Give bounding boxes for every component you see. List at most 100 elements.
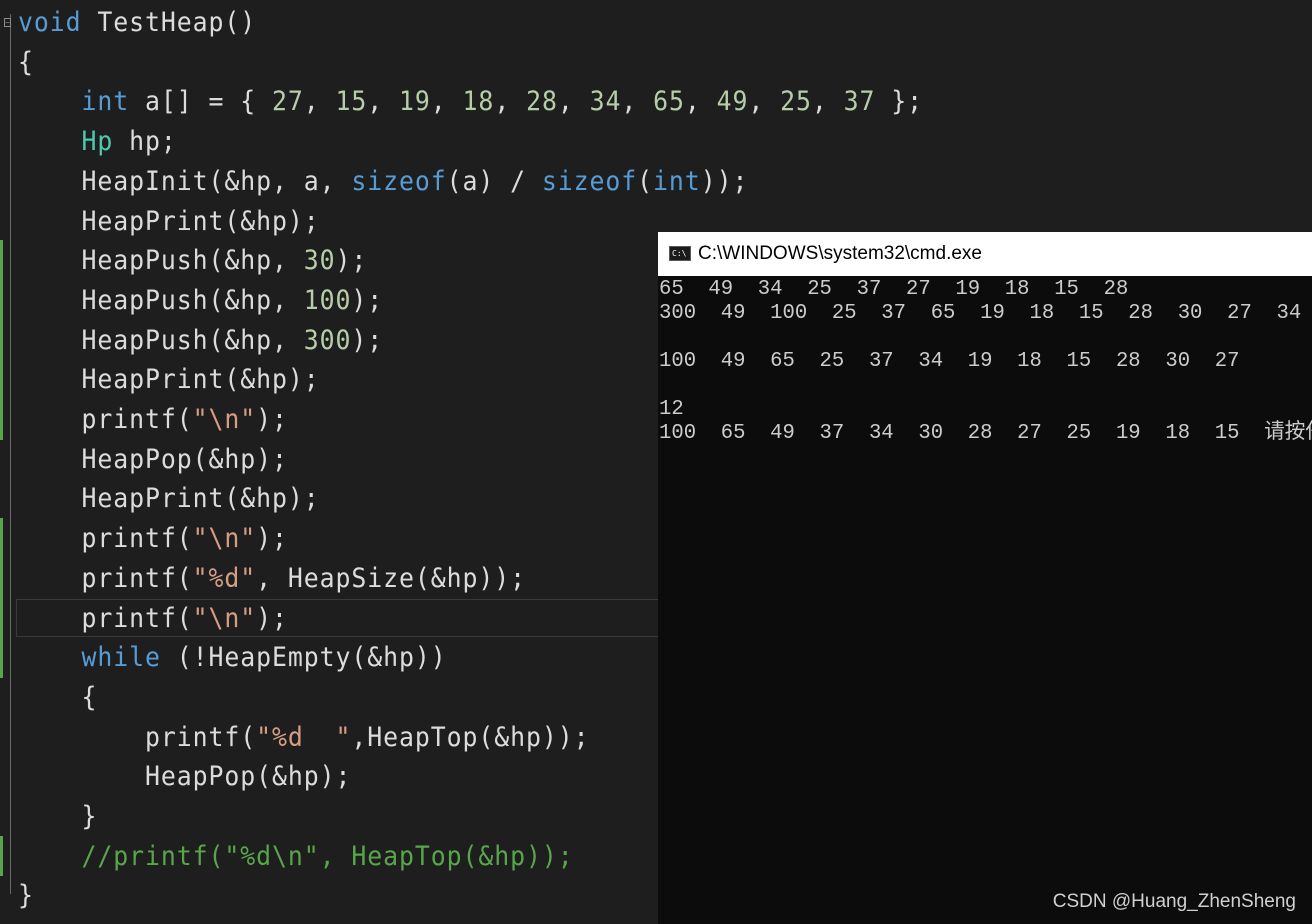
code-line: void TestHeap() [18, 6, 256, 40]
code-line: while (!HeapEmpty(&hp)) [18, 641, 447, 675]
code-token: 30 [303, 245, 336, 277]
code-token: "\n" [192, 523, 257, 555]
code-token: HeapPrint(&hp); [18, 364, 320, 396]
code-line: HeapInit(&hp, a, sizeof(a) / sizeof(int)… [18, 165, 748, 199]
code-token: printf( [18, 602, 193, 634]
code-line: } [18, 879, 34, 913]
code-token: HeapPush(&hp, [18, 284, 304, 316]
code-token: }; [875, 86, 924, 118]
code-token: "\n" [192, 602, 257, 634]
code-line: { [18, 46, 34, 80]
code-token: HeapInit(&hp, a, [18, 165, 352, 197]
code-token: HeapPop(&hp); [18, 761, 352, 793]
code-token: 300 [303, 324, 352, 356]
code-token: 37 [843, 86, 876, 118]
code-token: } [18, 801, 98, 832]
code-token: HeapPush(&hp, [18, 245, 304, 277]
code-line: printf("\n"); [18, 602, 288, 636]
code-line: HeapPop(&hp); [18, 760, 351, 794]
code-token: )); [700, 165, 749, 197]
code-token: "%d" [192, 562, 257, 594]
code-line: printf("\n"); [18, 522, 288, 556]
code-token: 100 [303, 284, 352, 316]
code-token: 18 [462, 86, 495, 118]
code-token: HeapPrint(&hp); [18, 483, 320, 515]
code-token: void [18, 7, 82, 38]
console-output-line: 300 49 100 25 37 65 19 18 15 28 30 27 34 [659, 302, 1302, 325]
code-line: printf("%d ",HeapTop(&hp)); [18, 721, 590, 755]
code-line: HeapPrint(&hp); [18, 482, 320, 516]
code-token: , [430, 86, 463, 118]
code-token: ); [256, 404, 288, 435]
code-token: "%d " [256, 721, 352, 753]
code-line: printf("\n"); [18, 403, 288, 437]
code-token: Hp [81, 126, 114, 158]
code-token: , [557, 86, 590, 118]
code-token: int [653, 165, 701, 197]
code-token: HeapPush(&hp, [18, 324, 304, 356]
console-output-line: 100 65 49 37 34 30 28 27 25 19 18 15 请按任 [659, 422, 1312, 445]
code-line: Hp hp; [18, 125, 177, 159]
collapse-toggle-icon[interactable]: − [4, 18, 11, 27]
code-token: { [18, 681, 98, 713]
code-line: HeapPrint(&hp); [18, 363, 320, 397]
code-token: , [494, 86, 527, 118]
screen: − void TestHeap() { int a[] = { 27, 15, 1… [0, 0, 1312, 924]
code-token: 25 [780, 86, 812, 118]
code-token: ); [256, 602, 288, 634]
code-token: while [81, 642, 161, 674]
code-token: //printf("%d\n", HeapTop(&hp)); [18, 840, 574, 872]
code-token: { [18, 46, 34, 78]
code-line: printf("%d", HeapSize(&hp)); [18, 562, 526, 596]
fold-guide-line [10, 14, 11, 894]
code-token: ,HeapTop(&hp)); [351, 721, 590, 753]
code-token: ); [335, 245, 368, 277]
code-token: , [811, 86, 844, 118]
code-token: printf( [18, 721, 257, 753]
code-token: printf( [18, 523, 193, 555]
code-token: ); [256, 523, 288, 555]
code-token: 28 [526, 86, 558, 118]
code-token: , HeapSize(&hp)); [256, 562, 527, 594]
code-token: HeapPrint(&hp); [18, 205, 320, 237]
console-window-title: C:\WINDOWS\system32\cmd.exe [698, 243, 982, 264]
code-token: (!HeapEmpty(&hp)) [160, 642, 447, 674]
change-indicator-bar [0, 518, 3, 678]
code-token: TestHeap() [81, 7, 257, 38]
code-token: ); [351, 284, 384, 316]
code-token: ); [351, 324, 384, 356]
code-token: sizeof [541, 165, 638, 197]
code-token: 49 [716, 86, 749, 118]
console-output-line: 12 [659, 398, 684, 421]
code-token: , [621, 86, 654, 118]
code-line: } [18, 800, 97, 834]
code-token: } [18, 880, 34, 912]
code-line: HeapPop(&hp); [18, 443, 288, 477]
code-token: , [303, 86, 336, 118]
code-token: , [367, 86, 400, 118]
code-token: 27 [272, 86, 304, 118]
code-token: 15 [335, 86, 368, 118]
code-line: HeapPush(&hp, 100); [18, 284, 383, 318]
code-token: , [748, 86, 781, 118]
code-line: //printf("%d\n", HeapTop(&hp)); [18, 840, 574, 874]
code-token: (a) / [446, 165, 542, 197]
code-token: hp; [113, 126, 177, 158]
code-token: 34 [589, 86, 622, 118]
code-token: int [81, 86, 130, 118]
change-indicator-bar [0, 836, 3, 876]
code-token: 65 [653, 86, 685, 118]
console-titlebar[interactable]: C:\ C:\WINDOWS\system32\cmd.exe [658, 232, 1312, 276]
change-indicator-bar [0, 240, 3, 440]
watermark-text: CSDN @Huang_ZhenSheng [1052, 891, 1296, 912]
code-token: "\n" [192, 404, 257, 435]
code-line: { [18, 681, 97, 715]
code-line: HeapPush(&hp, 30); [18, 244, 367, 278]
code-token: ( [637, 165, 654, 197]
code-line: HeapPush(&hp, 300); [18, 324, 383, 358]
console-window[interactable]: C:\ C:\WINDOWS\system32\cmd.exe 65 49 34… [658, 232, 1312, 924]
console-output-line: 100 49 65 25 37 34 19 18 15 28 30 27 [659, 350, 1240, 373]
